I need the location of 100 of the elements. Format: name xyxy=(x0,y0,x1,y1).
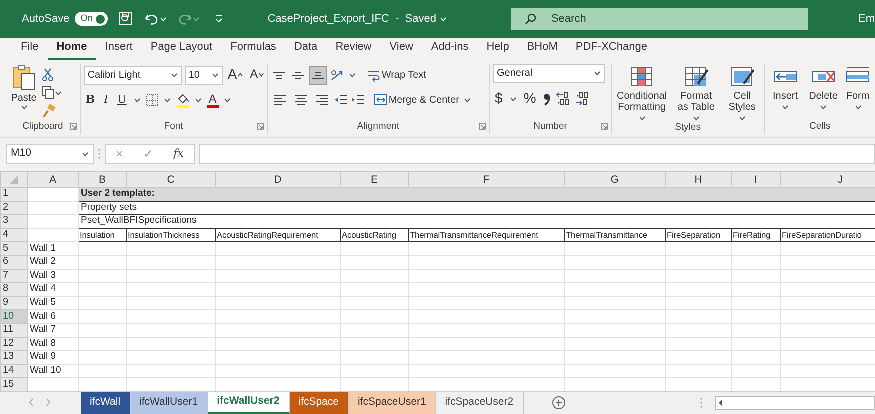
add-sheet-icon[interactable] xyxy=(552,396,566,410)
row-header[interactable]: 9 xyxy=(0,296,28,310)
font-size-dropdown[interactable]: 10 xyxy=(184,66,223,84)
wrap-text-button[interactable]: Wrap Text xyxy=(364,68,428,82)
ribbon-tab[interactable]: Add-ins xyxy=(422,38,478,60)
ribbon-tab[interactable]: PDF-XChange xyxy=(566,38,656,60)
scissors-icon[interactable] xyxy=(42,68,54,82)
copy-icon[interactable] xyxy=(42,86,55,100)
column-header[interactable]: B xyxy=(78,172,126,188)
save-icon[interactable] xyxy=(118,11,134,27)
dialog-launcher-icon[interactable] xyxy=(479,123,486,130)
currency-button[interactable]: $ xyxy=(493,91,505,107)
merge-center-button[interactable]: Merge & Center xyxy=(372,94,462,106)
ribbon-tab[interactable]: BHoM xyxy=(518,38,567,60)
number-format-dropdown[interactable]: General xyxy=(493,64,606,83)
row-header[interactable]: 7 xyxy=(0,269,28,283)
percent-button[interactable]: % xyxy=(522,91,538,107)
row-header[interactable]: 5 xyxy=(0,242,28,256)
user-name[interactable]: Em xyxy=(858,10,875,28)
decrease-indent-icon[interactable] xyxy=(334,94,348,106)
column-header[interactable]: H xyxy=(666,172,732,188)
font-name-dropdown[interactable]: Calibri Light xyxy=(84,66,182,84)
table-cell: Wall 9 xyxy=(28,350,78,364)
column-header[interactable]: F xyxy=(408,172,564,188)
ribbon-tab[interactable]: File xyxy=(12,38,48,60)
ribbon-tab[interactable]: Help xyxy=(478,38,518,60)
row-header[interactable]: 6 xyxy=(0,255,28,270)
column-header[interactable]: C xyxy=(126,172,216,188)
ribbon-tab[interactable]: Data xyxy=(285,38,327,60)
row-header[interactable]: 8 xyxy=(0,282,28,296)
bottom-align-button[interactable] xyxy=(308,66,327,84)
row-header[interactable]: 1 xyxy=(0,188,28,202)
ribbon-button[interactable]: Conditional Formatting xyxy=(615,64,670,121)
name-box[interactable]: M10 xyxy=(6,144,94,164)
decrease-font-size-button[interactable]: A xyxy=(248,68,266,82)
caret-icon xyxy=(510,96,517,102)
increase-font-size-button[interactable]: A xyxy=(226,67,246,83)
ribbon-tab[interactable]: Review xyxy=(326,38,381,60)
caret-icon xyxy=(782,105,790,110)
decrease-decimal-icon[interactable] xyxy=(575,92,590,106)
ribbon-tab[interactable]: Page Layout xyxy=(142,38,222,60)
caret-icon xyxy=(854,105,862,110)
ribbon-button[interactable]: Delete xyxy=(806,64,842,120)
italic-button[interactable]: I xyxy=(102,94,110,106)
ribbon-tab[interactable]: Home xyxy=(48,38,96,60)
undo-icon[interactable] xyxy=(144,12,160,26)
increase-indent-icon[interactable] xyxy=(350,94,365,106)
caret-icon xyxy=(134,98,141,102)
column-header[interactable]: J xyxy=(780,172,875,188)
underline-button[interactable]: U xyxy=(115,94,129,106)
customize-icon[interactable] xyxy=(214,14,224,24)
ribbon-button[interactable]: Cell Styles xyxy=(724,64,762,121)
sheet-tab[interactable]: ifcSpaceUser1 xyxy=(349,392,436,414)
row-header[interactable]: 2 xyxy=(0,201,28,215)
dialog-launcher-icon[interactable] xyxy=(256,123,264,130)
table-cell: Wall 3 xyxy=(28,269,78,283)
bold-button[interactable]: B xyxy=(84,94,98,106)
borders-icon[interactable] xyxy=(146,94,159,106)
comma-style-icon[interactable] xyxy=(543,92,552,106)
table-cell: FireSeparation xyxy=(666,228,732,242)
column-header[interactable]: G xyxy=(564,172,666,188)
dialog-launcher-icon[interactable] xyxy=(70,123,77,130)
column-header[interactable]: I xyxy=(732,172,780,188)
formula-input[interactable] xyxy=(199,144,875,164)
ribbon-button[interactable]: Form xyxy=(844,64,872,120)
increase-decimal-icon[interactable] xyxy=(556,92,570,106)
search-field[interactable]: Search xyxy=(511,8,808,30)
group-label: Alignment xyxy=(357,120,400,134)
row-header[interactable]: 11 xyxy=(0,323,28,338)
ribbon-button[interactable]: Insert xyxy=(768,64,804,120)
autosave-toggle[interactable]: On xyxy=(74,12,108,26)
document-title[interactable]: CaseProject_Export_IFC - Saved xyxy=(268,10,436,28)
row-header[interactable]: 15 xyxy=(0,378,28,391)
sheet-tab[interactable]: ifcSpace xyxy=(290,392,349,414)
insert-function-button[interactable]: fx xyxy=(174,146,184,162)
table-cell: AcousticRating xyxy=(340,228,408,242)
row-header[interactable]: 4 xyxy=(0,228,28,242)
sheet-tab[interactable]: ifcWall xyxy=(81,392,131,414)
row-header[interactable]: 13 xyxy=(0,350,28,364)
row-header[interactable]: 10 xyxy=(0,310,28,324)
row-header[interactable]: 14 xyxy=(0,364,28,378)
sheet-tab[interactable]: ifcSpaceUser2 xyxy=(436,392,524,414)
horizontal-scrollbar[interactable] xyxy=(715,396,875,410)
sheet-tab[interactable]: ifcWallUser2 xyxy=(208,392,290,414)
dialog-launcher-icon[interactable] xyxy=(601,123,608,130)
search-icon xyxy=(525,13,538,25)
paste-button[interactable]: Paste xyxy=(9,64,39,120)
ribbon-tab[interactable]: View xyxy=(380,38,422,60)
column-header[interactable]: E xyxy=(340,172,408,188)
ribbon-tab[interactable]: Formulas xyxy=(222,38,286,60)
font-color-button[interactable]: A xyxy=(206,92,219,108)
fill-color-icon[interactable] xyxy=(176,92,190,108)
caret-icon xyxy=(212,72,219,78)
ribbon-button[interactable]: Format as Table xyxy=(672,64,721,121)
row-header[interactable]: 12 xyxy=(0,337,28,351)
sheet-tab[interactable]: ifcWallUser1 xyxy=(130,392,208,414)
column-header[interactable]: D xyxy=(216,172,340,188)
ribbon-tab[interactable]: Insert xyxy=(96,38,142,60)
row-header[interactable]: 3 xyxy=(0,214,28,228)
column-header[interactable]: A xyxy=(28,172,78,188)
